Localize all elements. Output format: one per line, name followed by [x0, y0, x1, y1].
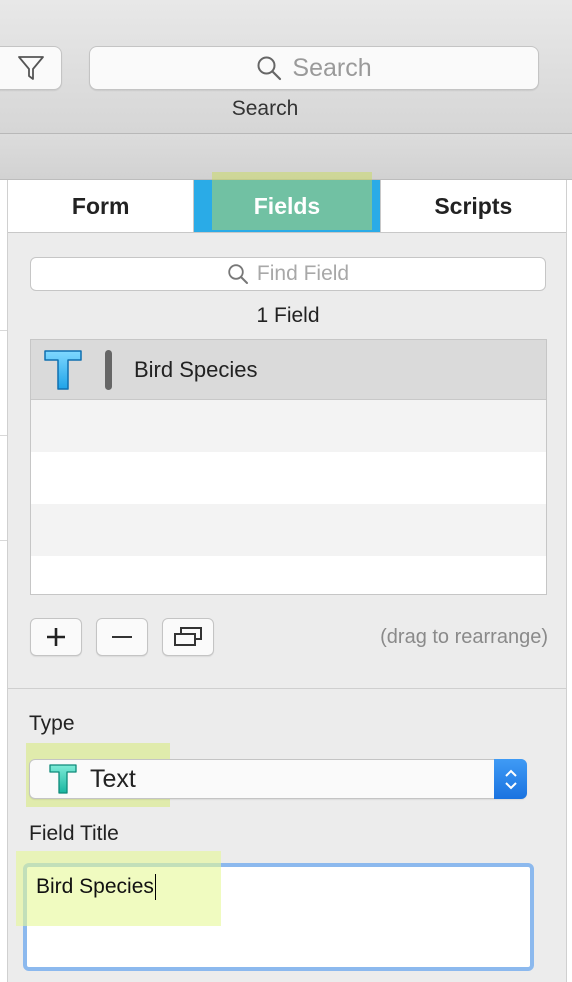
- toolbar: Search Search: [0, 0, 572, 134]
- search-field[interactable]: Search: [89, 46, 539, 90]
- drag-hint: (drag to rearrange): [380, 626, 548, 648]
- remove-field-button[interactable]: [96, 618, 148, 656]
- field-list[interactable]: Bird Species: [30, 339, 547, 595]
- search-caption: Search: [231, 97, 299, 120]
- tab-fields-label: Fields: [253, 192, 321, 219]
- text-type-icon: [49, 764, 77, 794]
- empty-row: [31, 504, 546, 556]
- field-name: Bird Species: [134, 356, 258, 382]
- empty-row: [31, 556, 546, 594]
- filter-icon: [18, 56, 44, 80]
- filter-button[interactable]: [0, 46, 62, 90]
- tab-scripts[interactable]: Scripts: [381, 180, 566, 232]
- empty-row: [31, 452, 546, 504]
- text-type-icon: [43, 347, 83, 393]
- type-label: Type: [29, 712, 75, 735]
- field-count: 1 Field: [256, 304, 320, 327]
- tab-fields[interactable]: Fields: [194, 172, 381, 232]
- find-field-input[interactable]: Find Field: [30, 257, 546, 291]
- field-title-text: Bird Species: [36, 874, 156, 900]
- tab-form[interactable]: Form: [8, 180, 195, 232]
- search-icon: [228, 264, 248, 284]
- tab-form-label: Form: [71, 192, 130, 219]
- tab-scripts-label: Scripts: [434, 192, 513, 219]
- duplicate-icon: [174, 627, 202, 646]
- type-select-value: Text: [48, 760, 136, 798]
- minus-icon: [112, 636, 132, 638]
- section-divider: [8, 688, 566, 689]
- left-document-strip: [0, 180, 8, 982]
- empty-row: [31, 400, 546, 452]
- list-item[interactable]: Bird Species: [31, 340, 546, 400]
- add-field-button[interactable]: [30, 618, 82, 656]
- field-title-label: Field Title: [29, 822, 119, 845]
- plus-icon: [47, 628, 65, 646]
- type-value: Text: [90, 764, 136, 793]
- search-icon: [257, 56, 282, 81]
- text-caret: [154, 874, 156, 900]
- right-document-edge: [566, 180, 572, 982]
- chevron-up-icon: [504, 769, 517, 777]
- find-field-placeholder: Find Field: [256, 262, 350, 285]
- field-title-value: Bird Species: [36, 875, 154, 898]
- search-placeholder: Search: [292, 53, 372, 82]
- chevron-down-icon: [504, 781, 517, 789]
- inspector-tabs: Form Fields Scripts: [8, 172, 566, 233]
- duplicate-field-button[interactable]: [162, 618, 214, 656]
- type-select-stepper[interactable]: [494, 759, 527, 799]
- drag-handle[interactable]: [105, 349, 112, 390]
